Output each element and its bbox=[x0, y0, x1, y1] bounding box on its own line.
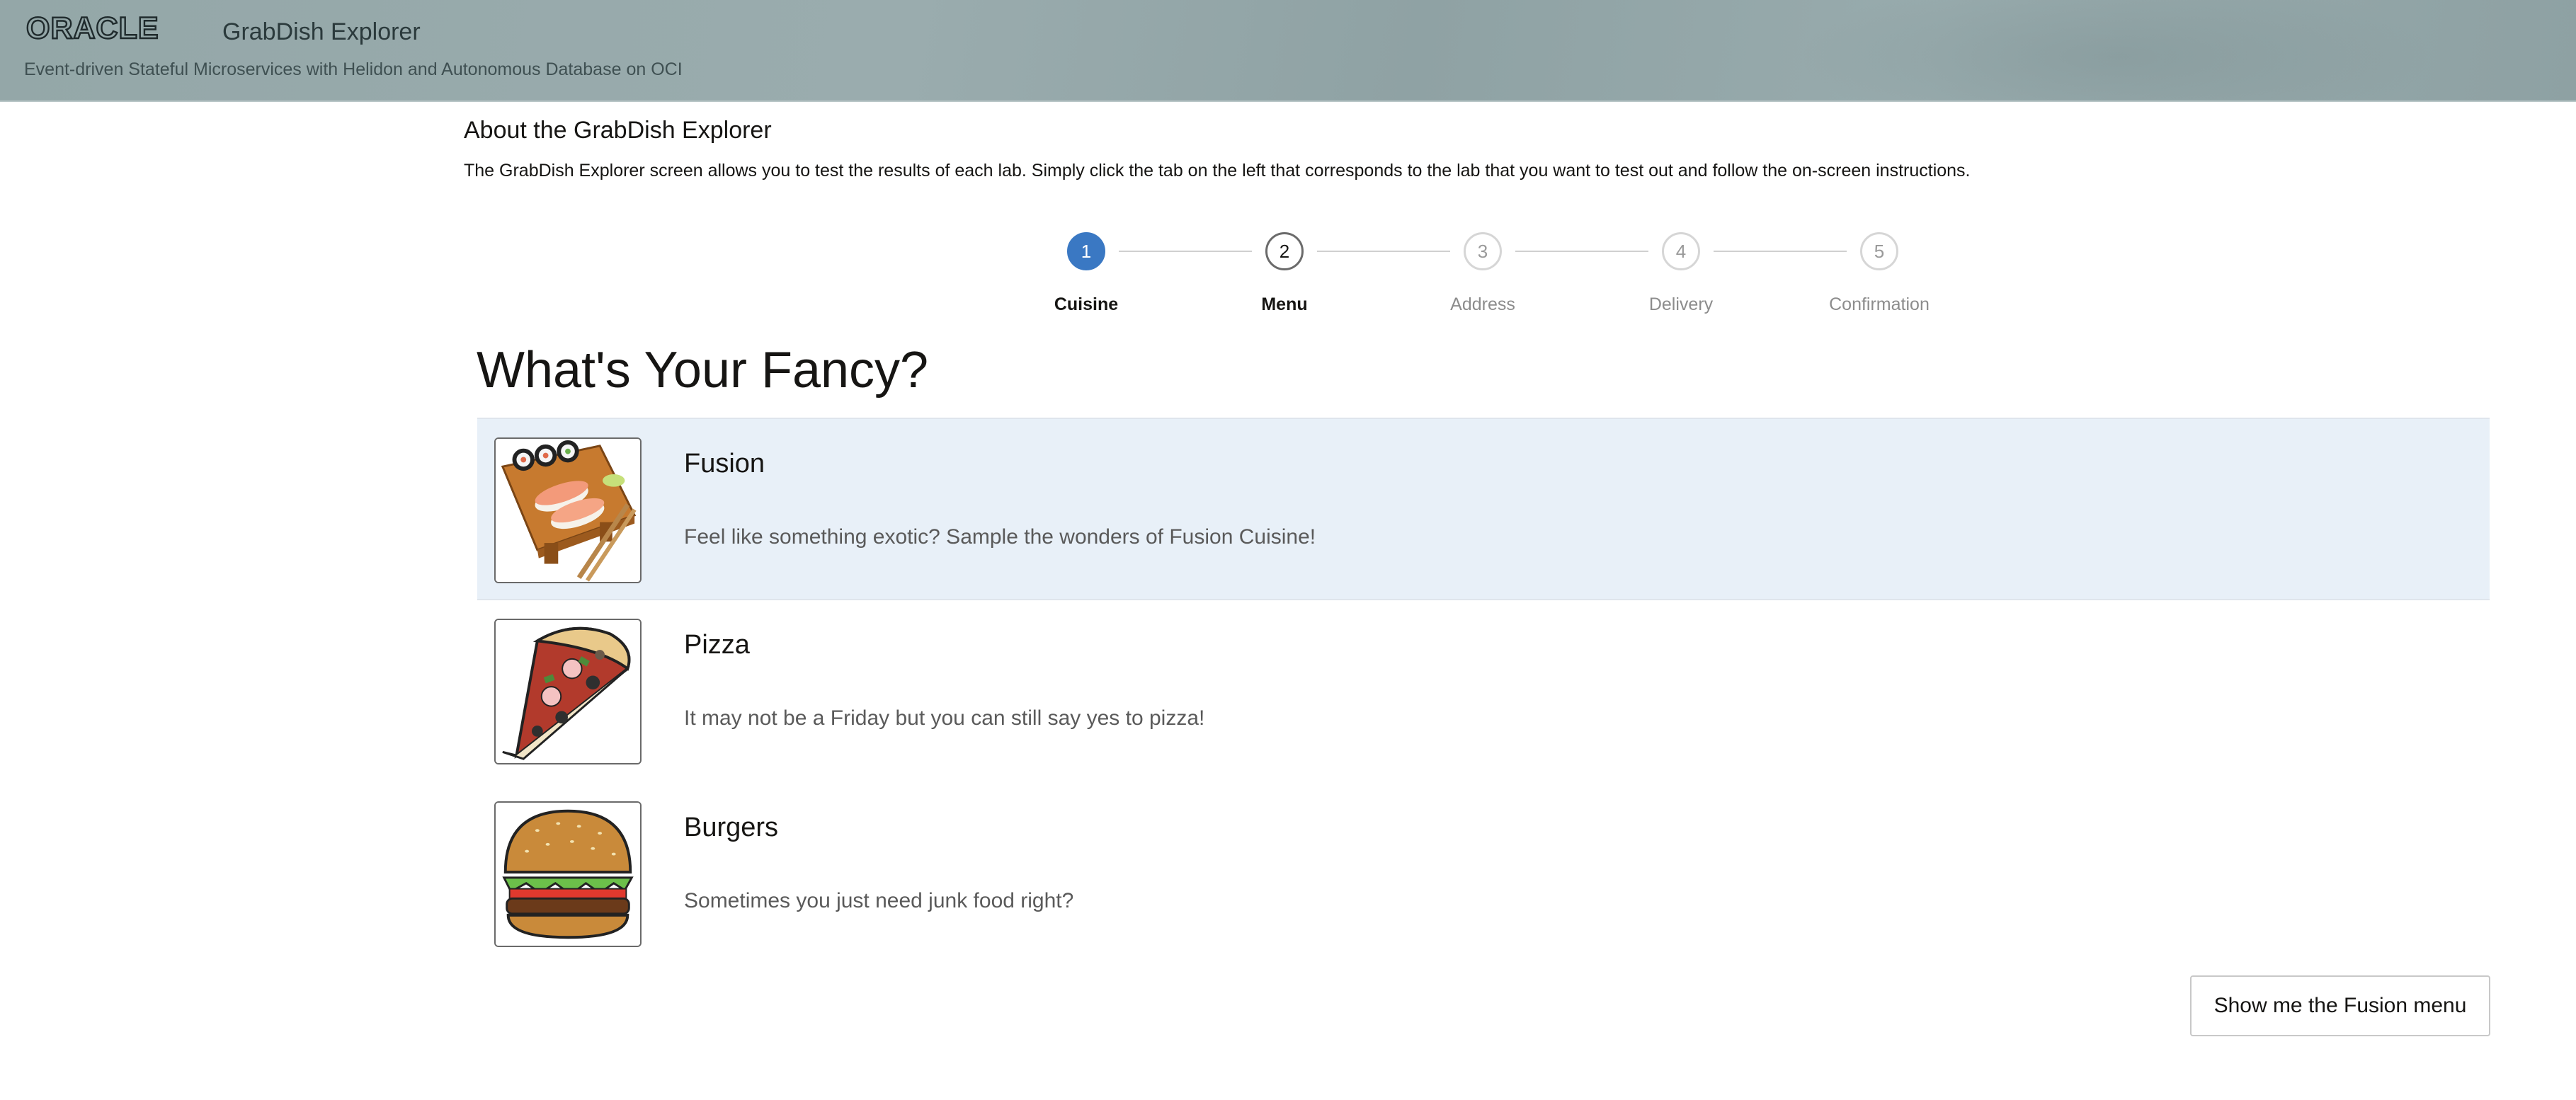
about-title: About the GrabDish Explorer bbox=[464, 117, 772, 144]
step-4-indicator: 4 bbox=[1662, 232, 1700, 270]
app-title: GrabDish Explorer bbox=[222, 18, 421, 45]
cuisine-description: Feel like something exotic? Sample the w… bbox=[684, 525, 1316, 549]
cuisine-name: Burgers bbox=[684, 813, 779, 842]
step-connector bbox=[1515, 251, 1648, 252]
show-menu-button[interactable]: Show me the Fusion menu bbox=[2190, 975, 2490, 1036]
cuisine-option-fusion[interactable]: Fusion Feel like something exotic? Sampl… bbox=[477, 418, 2490, 600]
oracle-logo: ORACLE bbox=[25, 11, 190, 46]
step-3-indicator: 3 bbox=[1464, 232, 1502, 270]
cuisine-list: Fusion Feel like something exotic? Sampl… bbox=[477, 418, 2490, 966]
cuisine-option-burgers[interactable]: Burgers Sometimes you just need junk foo… bbox=[477, 783, 2490, 966]
step-1-indicator[interactable]: 1 bbox=[1067, 232, 1105, 270]
app-header: ORACLE GrabDish Explorer Event-driven St… bbox=[0, 0, 2576, 102]
cuisine-option-pizza[interactable]: Pizza It may not be a Friday but you can… bbox=[477, 600, 2490, 783]
step-5-label: Confirmation bbox=[1829, 294, 1930, 314]
burger-icon bbox=[494, 801, 642, 947]
step-4-label: Delivery bbox=[1648, 294, 1714, 314]
sushi-icon bbox=[494, 437, 642, 583]
step-2-label: Menu bbox=[1261, 294, 1308, 314]
page-title: What's Your Fancy? bbox=[477, 342, 929, 399]
step-connector bbox=[1317, 251, 1450, 252]
step-connector bbox=[1119, 251, 1252, 252]
svg-text:ORACLE: ORACLE bbox=[26, 16, 159, 41]
step-1-label: Cuisine bbox=[1054, 294, 1119, 314]
pizza-icon bbox=[494, 619, 642, 764]
about-text: The GrabDish Explorer screen allows you … bbox=[464, 161, 1971, 181]
cuisine-name: Pizza bbox=[684, 630, 750, 660]
step-5-indicator: 5 bbox=[1860, 232, 1898, 270]
cuisine-description: It may not be a Friday but you can still… bbox=[684, 706, 1205, 730]
app-subtitle: Event-driven Stateful Microservices with… bbox=[24, 59, 683, 79]
cuisine-description: Sometimes you just need junk food right? bbox=[684, 889, 1074, 912]
step-2-indicator[interactable]: 2 bbox=[1265, 232, 1304, 270]
step-3-label: Address bbox=[1450, 294, 1515, 314]
cuisine-name: Fusion bbox=[684, 449, 765, 479]
step-connector bbox=[1714, 251, 1847, 252]
